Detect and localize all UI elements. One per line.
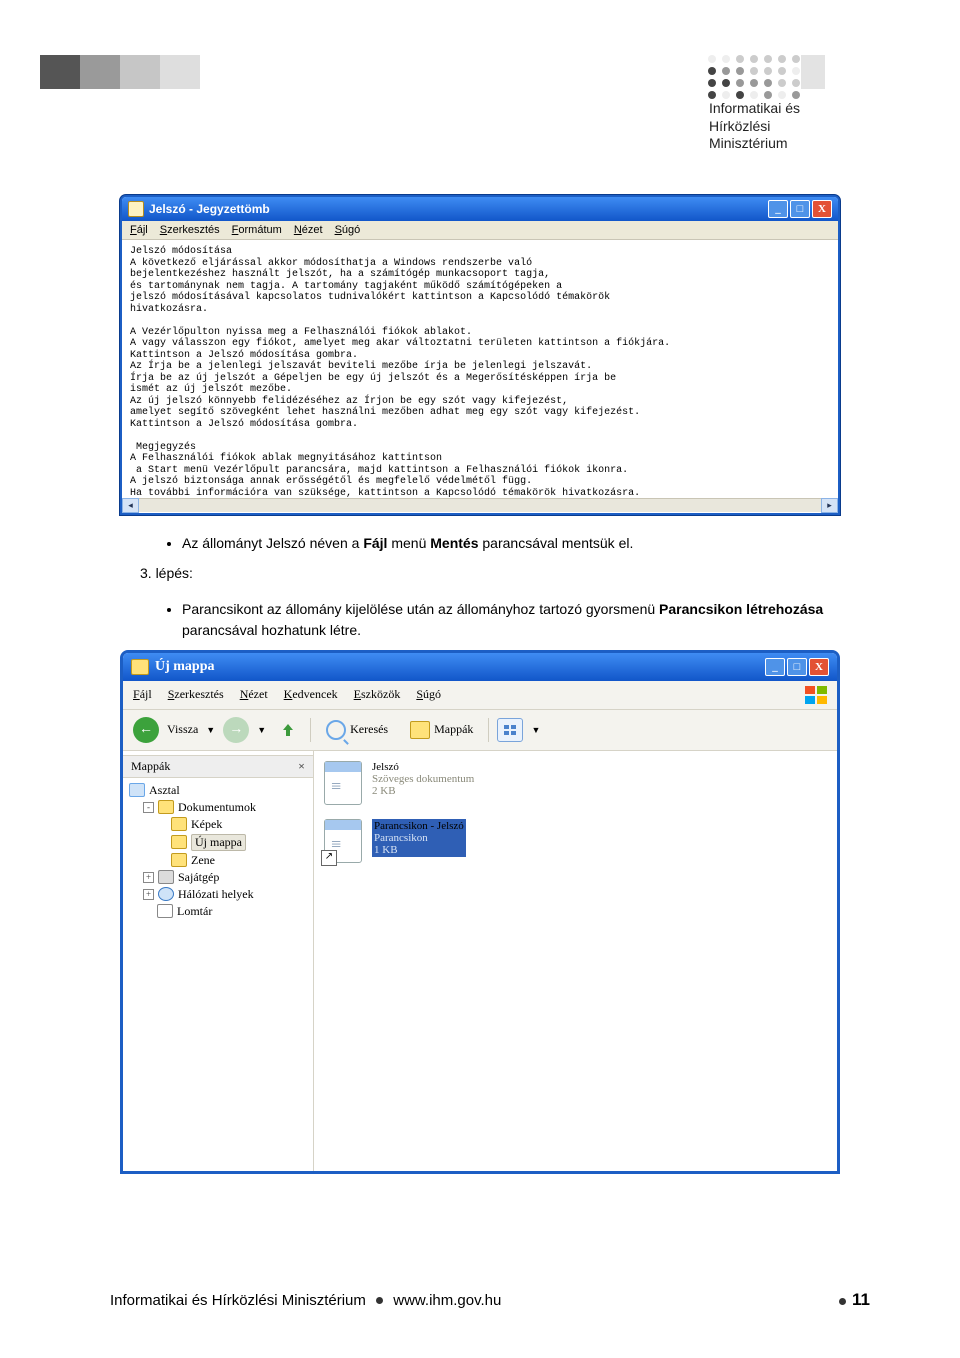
file-item[interactable]: Jelszó Szöveges dokumentum 2 KB bbox=[324, 761, 827, 805]
tree-node-mycomputer[interactable]: +Sajátgép bbox=[129, 869, 307, 886]
tree-node-newfolder[interactable]: Új mappa bbox=[129, 833, 307, 852]
sidebar-header: Mappák × bbox=[123, 755, 313, 778]
computer-icon bbox=[158, 870, 174, 884]
org-line: Informatikai és bbox=[709, 100, 800, 118]
folder-icon bbox=[131, 659, 149, 675]
close-pane-icon[interactable]: × bbox=[298, 759, 305, 774]
file-name: Jelszó bbox=[372, 761, 474, 773]
shortcut-file-icon: ↗ bbox=[324, 819, 362, 863]
page-footer: Informatikai és Hírközlési Minisztérium … bbox=[110, 1290, 870, 1310]
explorer-sidebar: Mappák × Asztal -Dokumentumok Képek Új m… bbox=[123, 751, 314, 1171]
tree-node-network[interactable]: +Hálózati helyek bbox=[129, 886, 307, 903]
notepad-text[interactable]: Jelszó módosítása A következő eljárással… bbox=[122, 240, 838, 498]
explorer-titlebar: Új mappa _ □ X bbox=[123, 653, 837, 681]
shortcut-overlay-icon: ↗ bbox=[321, 850, 337, 866]
instruction-block: Parancsikont az állomány kijelölése után… bbox=[160, 599, 840, 640]
menu-item[interactable]: Nézet bbox=[294, 224, 323, 236]
file-item-selected[interactable]: ↗ Parancsikon - Jelszó Parancsikon 1 KB bbox=[324, 819, 827, 863]
minimize-button[interactable]: _ bbox=[768, 200, 788, 218]
folders-button[interactable]: Mappák bbox=[403, 717, 480, 743]
desktop-icon bbox=[129, 783, 145, 797]
folder-icon bbox=[158, 800, 174, 814]
dot-separator-icon bbox=[376, 1297, 383, 1304]
folder-icon bbox=[171, 817, 187, 831]
explorer-menu: Fájl Szerkesztés Nézet Kedvencek Eszközö… bbox=[123, 681, 837, 710]
menu-item[interactable]: Kedvencek bbox=[284, 687, 338, 702]
menu-item[interactable]: Szerkesztés bbox=[160, 224, 220, 236]
menu-item[interactable]: Fájl bbox=[130, 224, 148, 236]
file-type: Szöveges dokumentum bbox=[372, 773, 474, 785]
notepad-hscroll[interactable]: ◂ ▸ bbox=[122, 498, 838, 513]
scroll-right-icon[interactable]: ▸ bbox=[821, 498, 838, 513]
header-right-square bbox=[801, 55, 825, 89]
menu-item[interactable]: Szerkesztés bbox=[168, 687, 224, 702]
page-header: Informatikai és Hírközlési Minisztérium bbox=[40, 55, 920, 135]
header-dot-logo bbox=[708, 55, 800, 103]
explorer-window: Új mappa _ □ X Fájl Szerkesztés Nézet Ke… bbox=[120, 650, 840, 1174]
maximize-button[interactable]: □ bbox=[790, 200, 810, 218]
tree-node-documents[interactable]: -Dokumentumok bbox=[129, 799, 307, 816]
page-number: 11 bbox=[833, 1290, 870, 1310]
folder-icon bbox=[171, 853, 187, 867]
folder-icon bbox=[171, 835, 187, 849]
file-list: Jelszó Szöveges dokumentum 2 KB ↗ Paranc… bbox=[314, 751, 837, 1171]
menu-item[interactable]: Súgó bbox=[416, 687, 441, 702]
explorer-title-text: Új mappa bbox=[155, 659, 215, 675]
org-name: Informatikai és Hírközlési Minisztérium bbox=[709, 100, 800, 153]
folder-icon bbox=[410, 721, 430, 739]
notepad-menu: Fájl Szerkesztés Formátum Nézet Súgó bbox=[122, 221, 838, 240]
collapse-icon[interactable]: - bbox=[143, 802, 154, 813]
notepad-title-text: Jelszó - Jegyzettömb bbox=[149, 202, 270, 216]
expand-icon[interactable]: + bbox=[143, 889, 154, 900]
back-label[interactable]: Vissza bbox=[167, 722, 198, 737]
notepad-window: Jelszó - Jegyzettömb _ □ X Fájl Szerkesz… bbox=[120, 195, 840, 515]
org-line: Hírközlési bbox=[709, 118, 800, 136]
up-button[interactable] bbox=[274, 718, 302, 742]
instruction-block: Az állományt Jelszó néven a Fájl menü Me… bbox=[160, 533, 840, 553]
menu-item[interactable]: Fájl bbox=[133, 687, 152, 702]
file-size: 2 KB bbox=[372, 785, 474, 797]
tree-node-recycle[interactable]: Lomtár bbox=[129, 903, 307, 920]
recycle-icon bbox=[157, 904, 173, 918]
instruction-bullet: Parancsikont az állomány kijelölése után… bbox=[182, 599, 840, 640]
windows-logo-icon bbox=[805, 686, 827, 704]
notepad-titlebar: Jelszó - Jegyzettömb _ □ X bbox=[122, 197, 838, 221]
network-icon bbox=[158, 887, 174, 901]
forward-button[interactable]: → bbox=[223, 717, 249, 743]
folder-tree: Asztal -Dokumentumok Képek Új mappa Zene… bbox=[123, 778, 313, 924]
views-button[interactable] bbox=[497, 718, 523, 742]
search-button[interactable]: Keresés bbox=[319, 716, 395, 744]
org-line: Minisztérium bbox=[709, 135, 800, 153]
menu-item[interactable]: Nézet bbox=[240, 687, 268, 702]
view-grid-icon bbox=[504, 725, 516, 735]
explorer-toolbar: ← Vissza ▼ → ▼ Keresés Mappák ▼ bbox=[123, 710, 837, 751]
file-size: 1 KB bbox=[374, 844, 464, 856]
search-icon bbox=[326, 720, 346, 740]
step-label: 3. lépés: bbox=[140, 565, 840, 581]
menu-item[interactable]: Eszközök bbox=[354, 687, 401, 702]
maximize-button[interactable]: □ bbox=[787, 658, 807, 676]
tree-node-pictures[interactable]: Képek bbox=[129, 816, 307, 833]
dot-bullet-icon bbox=[839, 1298, 846, 1305]
file-type: Parancsikon bbox=[374, 832, 464, 844]
close-button[interactable]: X bbox=[809, 658, 829, 676]
back-button[interactable]: ← bbox=[133, 717, 159, 743]
sidebar-title: Mappák bbox=[131, 759, 170, 774]
menu-item[interactable]: Súgó bbox=[335, 224, 361, 236]
up-icon bbox=[281, 722, 295, 738]
expand-icon[interactable]: + bbox=[143, 872, 154, 883]
footer-text: Informatikai és Hírközlési Minisztérium … bbox=[110, 1292, 501, 1309]
text-file-icon bbox=[324, 761, 362, 805]
instruction-bullet: Az állományt Jelszó néven a Fájl menü Me… bbox=[182, 533, 840, 553]
file-name: Parancsikon - Jelszó bbox=[374, 820, 464, 832]
close-button[interactable]: X bbox=[812, 200, 832, 218]
scroll-left-icon[interactable]: ◂ bbox=[122, 498, 139, 513]
tree-node-desktop[interactable]: Asztal bbox=[129, 782, 307, 799]
menu-item[interactable]: Formátum bbox=[232, 224, 282, 236]
notepad-icon bbox=[128, 201, 144, 217]
minimize-button[interactable]: _ bbox=[765, 658, 785, 676]
tree-node-music[interactable]: Zene bbox=[129, 852, 307, 869]
